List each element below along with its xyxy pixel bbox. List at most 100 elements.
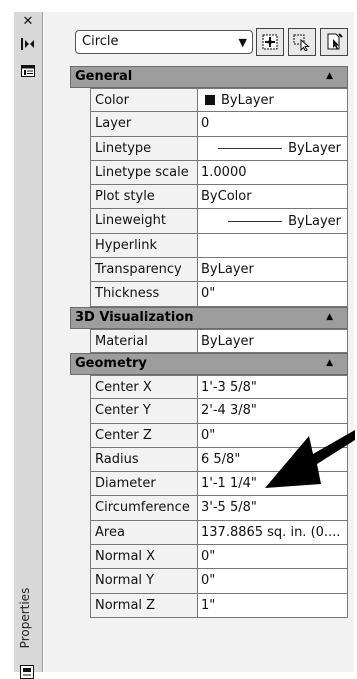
close-icon[interactable]: ✕	[21, 14, 35, 29]
collapse-up-icon[interactable]: ▲	[326, 358, 333, 368]
auto-hide-icon[interactable]	[21, 37, 35, 51]
property-row-center-x[interactable]: Center X 1'-3 5/8"	[70, 374, 348, 400]
property-name: Transparency	[90, 258, 198, 283]
row-gutter	[70, 472, 90, 497]
property-value[interactable]: ByLayer	[198, 328, 348, 353]
row-gutter	[70, 399, 90, 424]
property-value[interactable]: 1"	[198, 593, 348, 618]
palette-title-strip: ✕ Properties	[14, 12, 43, 679]
property-name: Area	[90, 520, 198, 546]
property-value[interactable]: 0"	[198, 569, 348, 594]
row-gutter	[70, 447, 90, 473]
row-gutter	[70, 496, 90, 521]
property-row-plot-style[interactable]: Plot style ByColor	[70, 185, 348, 210]
property-value-text: ByLayer	[288, 213, 341, 229]
property-row-linetype-scale[interactable]: Linetype scale 1.0000	[70, 160, 348, 186]
row-gutter	[70, 520, 90, 546]
annotation-arrow-icon	[265, 430, 355, 488]
property-row-normal-z[interactable]: Normal Z 1"	[70, 593, 348, 618]
row-gutter	[70, 593, 90, 618]
property-row-transparency[interactable]: Transparency ByLayer	[70, 258, 348, 283]
quick-select-icon	[327, 33, 343, 50]
property-row-center-y[interactable]: Center Y 2'-4 3/8"	[70, 399, 348, 424]
property-value[interactable]: 2'-4 3/8"	[198, 399, 348, 424]
select-objects-icon	[293, 34, 310, 51]
property-name: Material	[90, 328, 198, 353]
row-gutter	[70, 88, 90, 113]
property-value[interactable]: 1'-3 5/8"	[198, 374, 348, 400]
property-row-normal-y[interactable]: Normal Y 0"	[70, 569, 348, 594]
toggle-pickadd-icon	[262, 34, 278, 50]
row-gutter	[70, 374, 90, 400]
property-value[interactable]: ByLayer	[198, 258, 348, 283]
row-gutter	[70, 233, 90, 259]
property-value[interactable]: 0	[198, 112, 348, 137]
row-gutter	[70, 328, 90, 353]
row-gutter	[70, 545, 90, 570]
section-title: 3D Visualization	[75, 309, 194, 325]
property-value[interactable]	[198, 233, 348, 259]
property-name: Center Y	[90, 399, 198, 424]
row-gutter	[70, 258, 90, 283]
property-value[interactable]: 1.0000	[198, 160, 348, 186]
select-objects-button[interactable]	[288, 28, 316, 56]
section-header-general[interactable]: General ▲	[70, 66, 348, 88]
property-value[interactable]: 0"	[198, 545, 348, 570]
collapse-up-icon[interactable]: ▲	[326, 312, 333, 322]
property-row-material[interactable]: Material ByLayer	[70, 328, 348, 353]
property-name: Hyperlink	[90, 233, 198, 259]
palette-settings-icon[interactable]	[20, 665, 34, 679]
section-title: Geometry	[75, 355, 147, 371]
property-name: Thickness	[90, 282, 198, 307]
row-gutter	[70, 112, 90, 137]
property-value-text: ByLayer	[221, 93, 274, 108]
property-row-layer[interactable]: Layer 0	[70, 112, 348, 137]
property-name: Center Z	[90, 423, 198, 448]
property-name: Color	[90, 88, 198, 113]
property-row-hyperlink[interactable]: Hyperlink	[70, 233, 348, 259]
property-name: Normal Y	[90, 569, 198, 594]
property-row-normal-x[interactable]: Normal X 0"	[70, 545, 348, 570]
property-row-thickness[interactable]: Thickness 0"	[70, 282, 348, 307]
line-sample	[218, 147, 283, 149]
property-row-linetype[interactable]: Linetype ByLayer	[70, 136, 348, 161]
property-row-lineweight[interactable]: Lineweight ByLayer	[70, 209, 348, 234]
color-swatch	[205, 95, 215, 105]
section-header-3d-visualization[interactable]: 3D Visualization ▲	[70, 306, 348, 329]
property-name: Lineweight	[90, 209, 198, 234]
object-type-dropdown[interactable]: Circle ▼	[75, 30, 253, 54]
property-name: Normal X	[90, 545, 198, 570]
property-row-area[interactable]: Area 137.8865 sq. in. (0....	[70, 520, 348, 546]
property-value[interactable]: 0"	[198, 282, 348, 307]
property-value[interactable]: ByLayer	[198, 136, 348, 161]
property-name: Radius	[90, 447, 198, 473]
line-sample	[228, 220, 283, 222]
property-name: Linetype scale	[90, 160, 198, 186]
property-value[interactable]: ByColor	[198, 185, 348, 210]
properties-menu-icon[interactable]	[21, 64, 35, 78]
row-gutter	[70, 569, 90, 594]
row-gutter	[70, 136, 90, 161]
property-value[interactable]: 137.8865 sq. in. (0....	[198, 520, 348, 546]
property-name: Circumference	[90, 496, 198, 521]
palette-title: Properties	[18, 587, 32, 649]
property-name: Linetype	[90, 136, 198, 161]
toggle-pickadd-button[interactable]	[256, 28, 284, 56]
property-value-text: ByLayer	[288, 140, 341, 156]
chevron-down-icon: ▼	[238, 36, 247, 49]
object-type-value: Circle	[82, 34, 119, 49]
row-gutter	[70, 423, 90, 448]
property-value[interactable]: ByLayer	[198, 88, 348, 113]
property-grid: General ▲ Color ByLayer Layer 0 Linetype ByLaye…	[70, 66, 348, 618]
property-value[interactable]: ByLayer	[198, 209, 348, 234]
property-name: Plot style	[90, 185, 198, 210]
property-name: Layer	[90, 112, 198, 137]
row-gutter	[70, 209, 90, 234]
properties-panel: Circle ▼ General ▲ Color ByLayer Layer 0 Linet…	[44, 12, 355, 672]
row-gutter	[70, 185, 90, 210]
collapse-up-icon[interactable]: ▲	[326, 71, 333, 81]
quick-select-button[interactable]	[320, 28, 348, 56]
property-row-color[interactable]: Color ByLayer	[70, 88, 348, 113]
section-header-geometry[interactable]: Geometry ▲	[70, 352, 348, 375]
property-name: Center X	[90, 374, 198, 400]
